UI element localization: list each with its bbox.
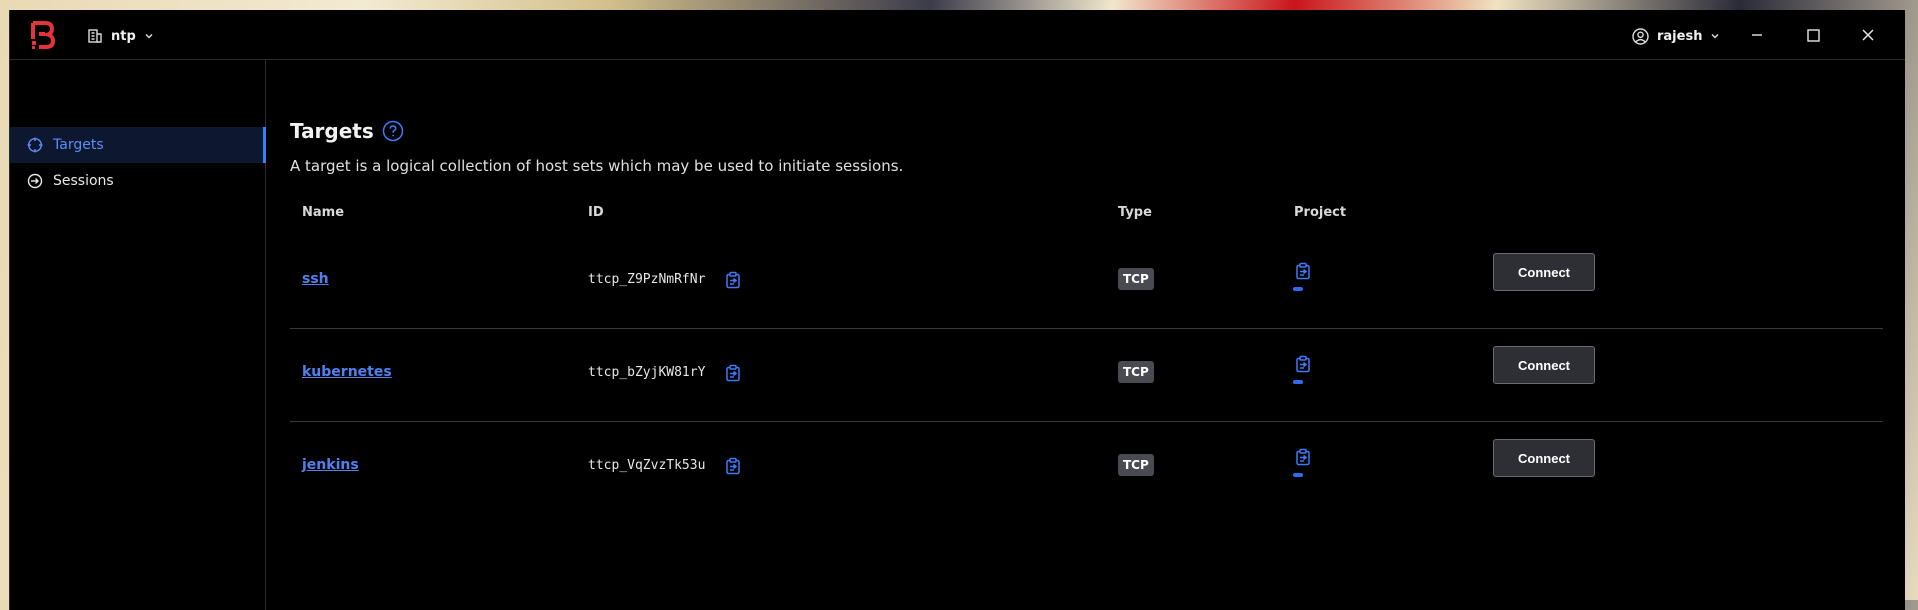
minimize-button[interactable] [1737,20,1777,50]
sidebar-item-label: Sessions [53,173,114,189]
copy-project-id-icon[interactable] [1294,355,1312,373]
target-id: ttcp_VqZvzTk53u [588,458,706,473]
copy-id-icon[interactable] [724,457,742,475]
project-indicator [1293,380,1303,384]
column-header-id: ID [588,205,604,220]
target-id: ttcp_Z9PzNmRfNr [588,272,706,287]
copy-project-id-icon[interactable] [1294,448,1312,466]
sidebar: Targets Sessions [10,60,266,610]
org-switcher[interactable]: ntp [87,25,154,47]
project-indicator [1293,287,1303,291]
copy-id-icon[interactable] [724,364,742,382]
target-name-link[interactable]: ssh [302,271,329,287]
type-badge: TCP [1118,361,1154,383]
target-id: ttcp_bZyjKW81rY [588,365,706,380]
session-icon [27,173,43,189]
app-window: ntp rajesh Targets Sessions Targets A ta… [9,10,1905,610]
help-icon[interactable] [382,120,404,142]
building-icon [87,28,103,44]
chevron-down-icon [1710,31,1720,41]
page-title: Targets [290,119,374,143]
column-header-project: Project [1294,205,1347,220]
copy-id-icon[interactable] [724,271,742,289]
project-indicator [1293,473,1303,477]
connect-button[interactable]: Connect [1493,253,1595,291]
main-content: Targets A target is a logical collection… [266,60,1905,610]
chevron-down-icon [144,31,154,41]
target-name-link[interactable]: jenkins [302,457,359,473]
sidebar-item-sessions[interactable]: Sessions [10,163,266,199]
target-name-link[interactable]: kubernetes [302,364,392,380]
type-badge: TCP [1118,268,1154,290]
sidebar-item-targets[interactable]: Targets [10,127,266,163]
maximize-button[interactable] [1793,20,1833,50]
table-row: kubernetes ttcp_bZyjKW81rY TCP Connect [290,328,1883,422]
table-row: jenkins ttcp_VqZvzTk53u TCP Connect [290,421,1883,514]
type-badge: TCP [1118,454,1154,476]
user-name: rajesh [1657,28,1703,44]
boundary-logo-icon [30,21,56,49]
connect-button[interactable]: Connect [1493,439,1595,477]
close-button[interactable] [1848,20,1888,50]
column-header-name: Name [302,205,345,220]
column-header-type: Type [1118,205,1152,220]
table-row: ssh ttcp_Z9PzNmRfNr TCP Connect [290,235,1883,329]
connect-button[interactable]: Connect [1493,346,1595,384]
user-menu[interactable]: rajesh [1632,25,1720,47]
page-description: A target is a logical collection of host… [290,157,904,175]
sidebar-item-label: Targets [53,137,104,153]
copy-project-id-icon[interactable] [1294,262,1312,280]
title-bar: ntp rajesh [10,10,1905,60]
page-header: Targets [290,119,404,143]
user-icon [1632,27,1649,45]
target-icon [27,137,43,153]
org-name: ntp [111,28,136,44]
